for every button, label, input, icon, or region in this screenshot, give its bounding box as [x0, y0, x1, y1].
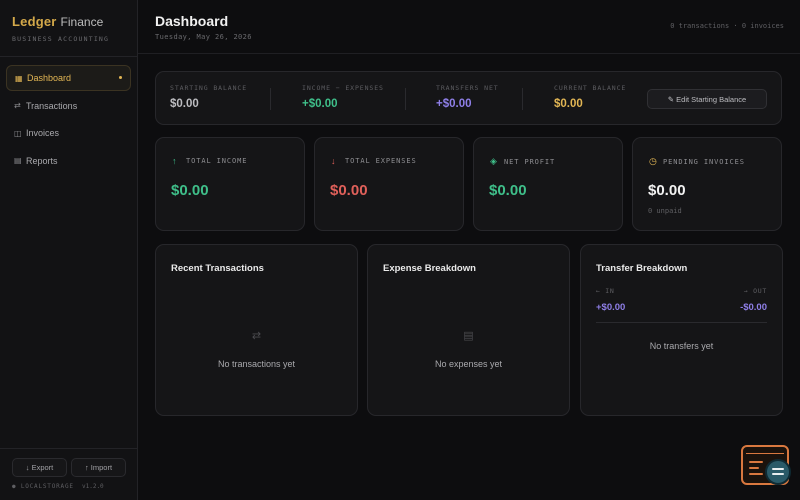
import-button[interactable]: ↑ Import: [71, 458, 126, 477]
income-minus-expenses-label: INCOME − EXPENSES: [302, 84, 384, 92]
divider: [270, 88, 271, 110]
transfer-out-value: -$0.00: [740, 302, 767, 313]
transfers-net-label: TRANSFERS NET: [436, 84, 499, 92]
dashboard-icon: ▦: [15, 73, 23, 83]
transfer-out-label: → OUT: [743, 287, 767, 295]
code-line: [749, 467, 759, 469]
sidebar-item-reports[interactable]: ▤ Reports: [6, 148, 131, 174]
chat-bubble-icon: [765, 459, 791, 485]
diamond-icon: ◈: [490, 156, 497, 166]
empty-state-text: No transfers yet: [649, 341, 714, 351]
divider: [522, 88, 523, 110]
stat-label: TOTAL INCOME: [186, 157, 248, 165]
stat-card-pending-invoices: ◷ PENDING INVOICES $0.00 0 unpaid: [632, 137, 782, 231]
current-balance-label: CURRENT BALANCE: [554, 84, 627, 92]
starting-balance-value: $0.00: [170, 98, 199, 110]
reports-icon: ▤: [14, 156, 22, 165]
sidebar-item-label: Reports: [26, 155, 58, 166]
stat-label: PENDING INVOICES: [663, 157, 745, 166]
header-divider: [138, 53, 800, 54]
brand-name: Ledger: [12, 14, 57, 29]
page-title: Dashboard: [155, 13, 229, 29]
panel-title: Recent Transactions: [171, 263, 264, 274]
transfers-net-value: +$0.00: [436, 98, 472, 110]
stat-card-net-profit: ◈ NET PROFIT $0.00: [473, 137, 623, 231]
clock-icon: ◷: [649, 156, 657, 166]
income-minus-expenses-value: +$0.00: [302, 98, 338, 110]
arrow-up-icon: ↑: [172, 156, 177, 166]
version-label: v1.2.0: [82, 483, 104, 490]
starting-balance: STARTING BALANCE $0.00: [170, 84, 247, 110]
current-balance-value: $0.00: [554, 98, 583, 110]
transactions-icon: ⇄: [14, 101, 21, 110]
invoices-icon: ◫: [14, 128, 22, 138]
brand-suffix: Finance: [60, 15, 104, 29]
page-date: Tuesday, May 26, 2026: [155, 33, 252, 41]
sidebar-item-label: Dashboard: [27, 73, 72, 83]
recent-transactions-panel: Recent Transactions ⇄ No transactions ye…: [155, 244, 358, 416]
sidebar-item-label: Transactions: [26, 100, 78, 111]
stat-value: $0.00: [489, 182, 527, 199]
divider: [596, 322, 767, 323]
transfer-breakdown-panel: Transfer Breakdown ← IN → OUT +$0.00 -$0…: [580, 244, 783, 416]
stat-card-total-expenses: ↓ TOTAL EXPENSES $0.00: [314, 137, 464, 231]
divider: [405, 88, 406, 110]
bubble-line: [772, 468, 784, 470]
stat-value: $0.00: [648, 182, 686, 199]
transfer-in-label: ← IN: [596, 287, 615, 295]
transfers-net: TRANSFERS NET +$0.00: [436, 84, 499, 110]
brand: Ledger Finance BUSINESS ACCOUNTING: [12, 14, 109, 43]
income-minus-expenses: INCOME − EXPENSES +$0.00: [302, 84, 384, 110]
starting-balance-label: STARTING BALANCE: [170, 84, 248, 92]
code-line: [749, 473, 763, 475]
header-stats: 0 transactions · 0 invoices: [670, 22, 784, 30]
sidebar-item-transactions[interactable]: ⇄ Transactions: [6, 93, 131, 119]
balance-summary: STARTING BALANCE $0.00 INCOME − EXPENSES…: [155, 71, 782, 125]
panel-title: Expense Breakdown: [383, 263, 476, 274]
unpaid-count: 0 unpaid: [648, 207, 682, 215]
sidebar-bottom-divider: [0, 448, 137, 449]
stat-card-total-income: ↑ TOTAL INCOME $0.00: [155, 137, 305, 231]
empty-state-text: No expenses yet: [434, 359, 503, 369]
transfer-in-value: +$0.00: [596, 302, 626, 313]
stat-label: TOTAL EXPENSES: [345, 157, 417, 165]
arrow-down-icon: ↓: [331, 156, 336, 166]
code-line: [749, 461, 763, 463]
stat-value: $0.00: [171, 182, 209, 199]
sidebar-item-label: Invoices: [26, 128, 60, 138]
brand-tagline: BUSINESS ACCOUNTING: [12, 35, 110, 43]
export-button[interactable]: ↓ Export: [12, 458, 67, 477]
empty-state-text: No transactions yet: [217, 359, 296, 369]
assistant-widget-button[interactable]: [741, 445, 791, 485]
sidebar-item-invoices[interactable]: ◫ Invoices: [6, 120, 131, 146]
panel-title: Transfer Breakdown: [596, 263, 688, 274]
stat-value: $0.00: [330, 182, 368, 199]
edit-starting-balance-button[interactable]: ✎ Edit Starting Balance: [647, 89, 767, 109]
transfer-arrows-icon: ⇄: [251, 330, 262, 342]
active-indicator: [119, 76, 122, 79]
storage-indicator: ● LOCALSTORAGE: [12, 483, 74, 490]
sidebar: Ledger Finance BUSINESS ACCOUNTING ▦ Das…: [0, 0, 138, 500]
list-icon: ▤: [463, 330, 474, 342]
stat-label: NET PROFIT: [504, 157, 556, 166]
sidebar-item-dashboard[interactable]: ▦ Dashboard: [6, 65, 131, 91]
current-balance: CURRENT BALANCE $0.00: [554, 84, 626, 110]
window-bar: [746, 450, 784, 454]
sidebar-nav: ▦ Dashboard ⇄ Transactions ◫ Invoices ▤ …: [6, 65, 131, 175]
sidebar-divider: [0, 56, 137, 57]
expense-breakdown-panel: Expense Breakdown ▤ No expenses yet: [367, 244, 570, 416]
bubble-line: [772, 473, 784, 475]
